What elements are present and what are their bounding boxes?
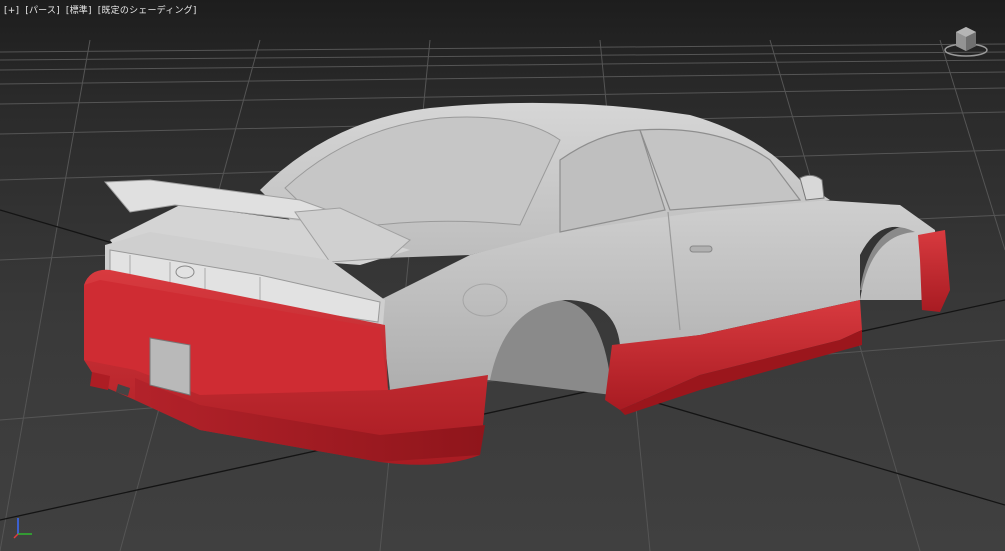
viewcube-icon[interactable] [943,22,989,58]
axis-tripod-icon [10,512,40,542]
viewport-view-menu[interactable]: [パース] [25,6,60,16]
car-model[interactable] [0,0,1005,551]
3d-viewport[interactable]: [+] [パース] [標準] [既定のシェーディング] [0,0,1005,551]
viewport-label-menu: [+] [パース] [標準] [既定のシェーディング] [4,3,200,16]
viewport-shading-menu[interactable]: [既定のシェーディング] [98,6,197,16]
viewport-plus-menu[interactable]: [+] [4,6,19,16]
viewport-preset-menu[interactable]: [標準] [66,6,92,16]
